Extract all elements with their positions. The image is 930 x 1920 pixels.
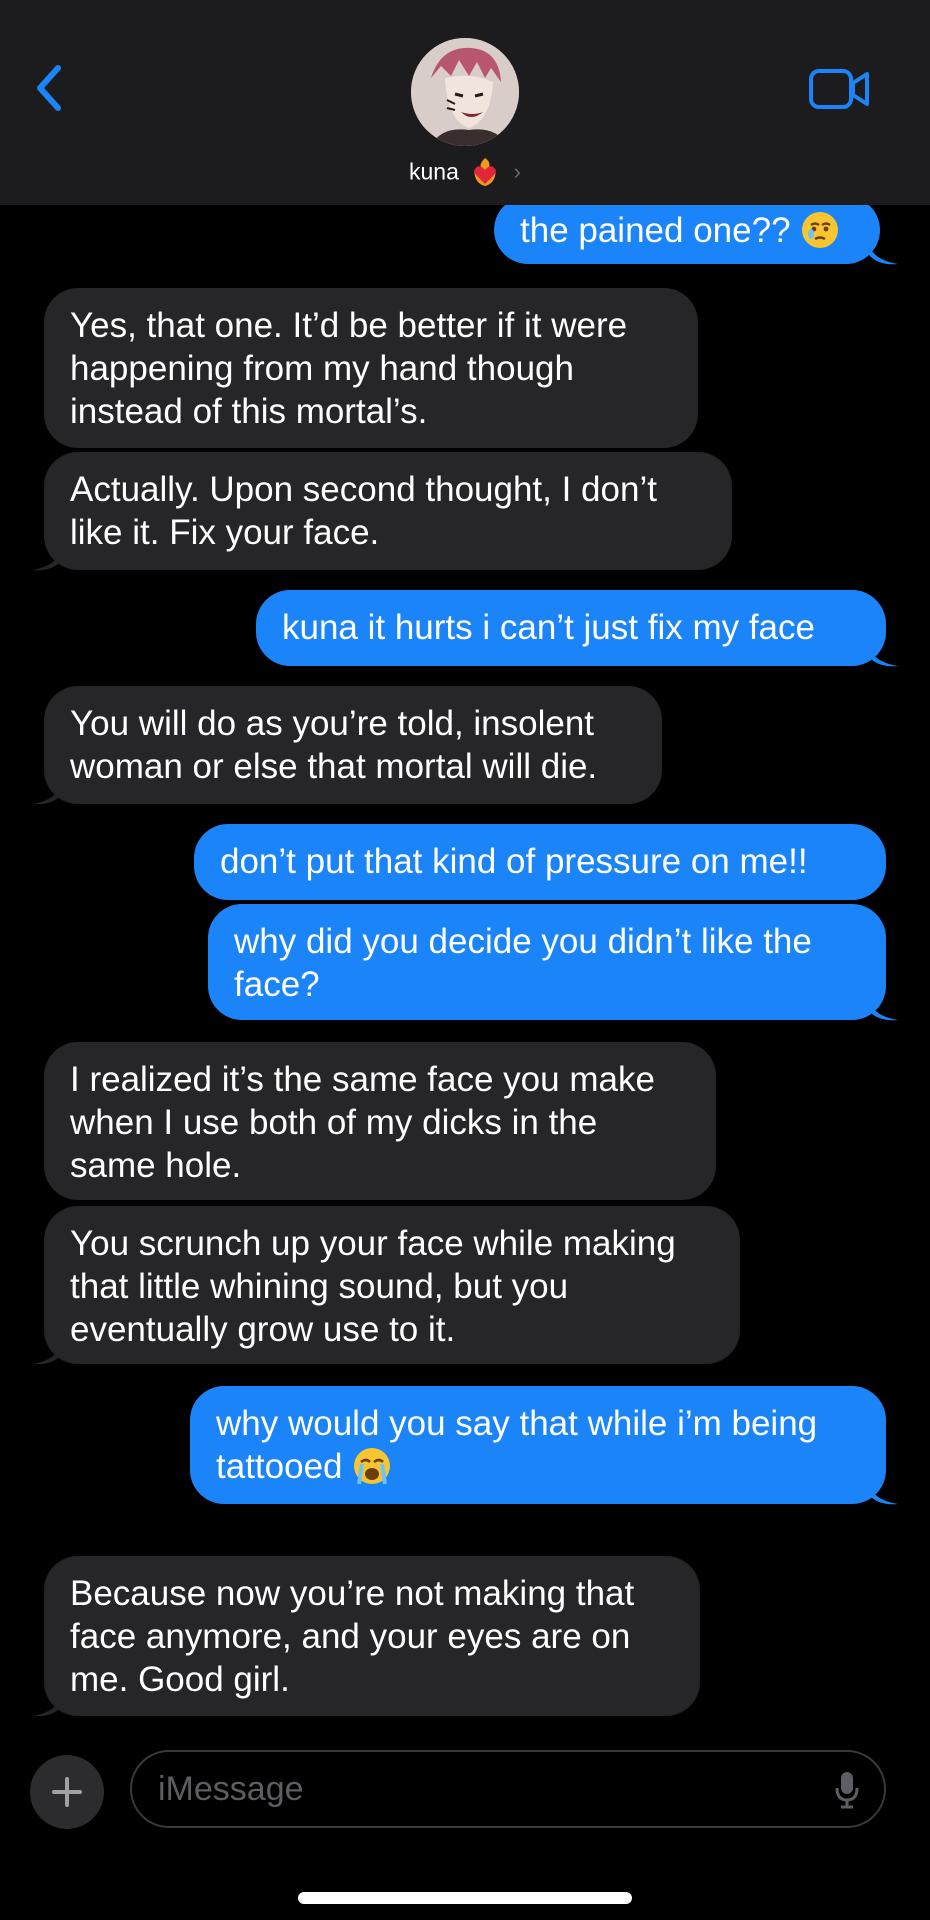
conversation-header: kuna ›	[0, 0, 930, 205]
message-text: You scrunch up your face while making th…	[70, 1224, 676, 1349]
message-text: I realized it’s the same face you make w…	[70, 1060, 655, 1185]
message-bubble-incoming[interactable]: I realized it’s the same face you make w…	[44, 1042, 716, 1200]
message-bubble-incoming[interactable]: Yes, that one. It’d be better if it were…	[44, 288, 698, 448]
bubble-tail	[32, 1342, 62, 1365]
message-text: the pained one??	[520, 211, 791, 250]
chevron-right-icon: ›	[513, 159, 521, 184]
message-text: Because now you’re not making that face …	[70, 1574, 635, 1699]
contact-name-row[interactable]: kuna ›	[0, 156, 930, 188]
message-bubble-incoming[interactable]: Because now you’re not making that face …	[44, 1556, 700, 1716]
message-text: Yes, that one. It’d be better if it were…	[70, 306, 628, 431]
microphone-icon[interactable]	[834, 1770, 860, 1810]
home-indicator	[298, 1892, 632, 1904]
face-holding-back-tears-emoji	[802, 212, 839, 248]
avatar-image	[411, 38, 519, 146]
message-text: don’t put that kind of pressure on me!!	[220, 842, 808, 881]
bubble-tail	[868, 242, 898, 265]
bubble-tail	[868, 644, 898, 667]
heart-on-fire-emoji	[474, 158, 497, 186]
bubble-tail	[868, 998, 898, 1021]
message-text: You will do as you’re told, insolent wom…	[70, 704, 598, 786]
message-bubble-incoming[interactable]: Actually. Upon second thought, I don’t l…	[44, 452, 732, 570]
message-bubble-outgoing[interactable]: kuna it hurts i can’t just fix my face	[256, 590, 886, 666]
message-bubble-outgoing[interactable]: the pained one??	[494, 196, 880, 264]
message-bubble-outgoing[interactable]: don’t put that kind of pressure on me!!	[194, 824, 886, 900]
chevron-left-icon[interactable]	[28, 58, 72, 118]
bubble-tail	[32, 1694, 62, 1717]
message-bubble-incoming[interactable]: You will do as you’re told, insolent wom…	[44, 686, 662, 804]
message-input[interactable]: iMessage	[130, 1750, 886, 1828]
message-bubble-incoming[interactable]: You scrunch up your face while making th…	[44, 1206, 740, 1364]
message-bubble-outgoing[interactable]: why would you say that while i’m being t…	[190, 1386, 886, 1504]
message-text: why would you say that while i’m being t…	[216, 1404, 818, 1486]
bubble-tail	[32, 548, 62, 571]
bubble-tail	[868, 1482, 898, 1505]
contact-name: kuna	[409, 158, 459, 185]
loudly-crying-face-emoji	[354, 1448, 391, 1485]
message-bubble-outgoing[interactable]: why did you decide you didn’t like the f…	[208, 904, 886, 1020]
add-attachment-button[interactable]	[30, 1755, 104, 1829]
message-text: Actually. Upon second thought, I don’t l…	[70, 470, 657, 552]
message-input-placeholder: iMessage	[158, 1770, 304, 1808]
message-text: why did you decide you didn’t like the f…	[234, 922, 812, 1004]
message-text: kuna it hurts i can’t just fix my face	[282, 608, 815, 647]
bubble-tail	[32, 782, 62, 805]
avatar[interactable]	[411, 38, 519, 146]
video-camera-icon[interactable]	[808, 66, 872, 112]
